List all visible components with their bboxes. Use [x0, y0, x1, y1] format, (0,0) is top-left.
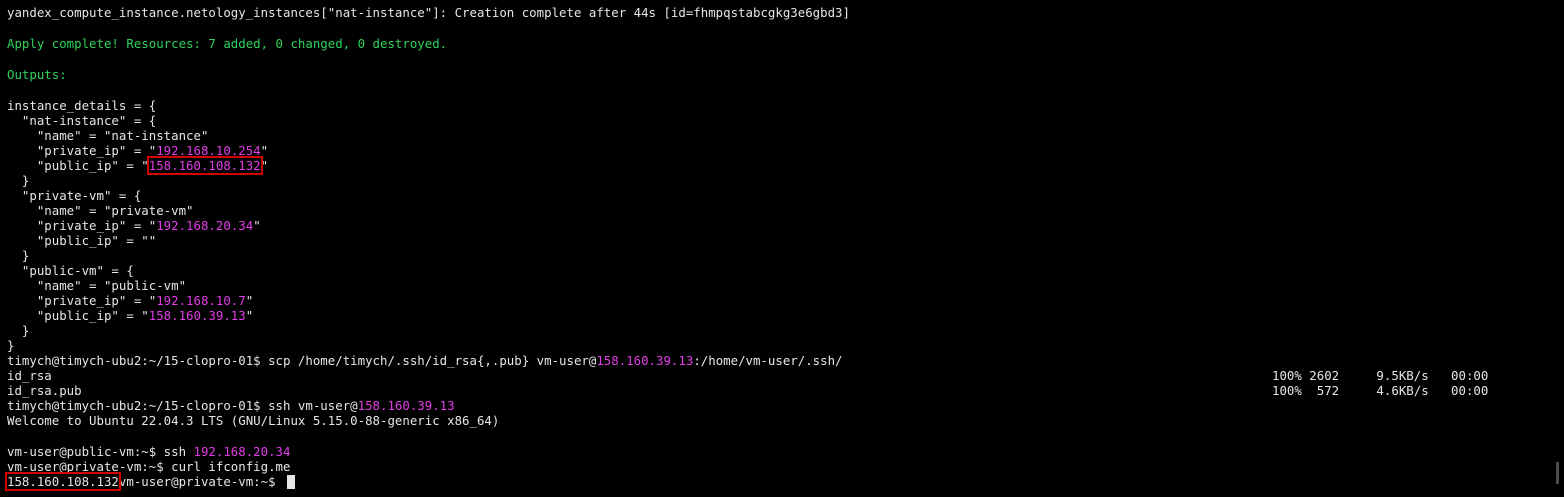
public-vm-private-ip: "private_ip" = "192.168.10.7": [7, 293, 254, 308]
closing-brace: }: [7, 173, 30, 188]
closing-brace: }: [7, 248, 30, 263]
current-prompt-line[interactable]: 158.160.108.132vm-user@private-vm:~$: [5, 472, 1552, 491]
instance-details-open: instance_details = {: [7, 98, 157, 113]
private-vm-private-ip: "private_ip" = "192.168.20.34": [7, 218, 261, 233]
nat-instance-open: "nat-instance" = {: [7, 113, 157, 128]
nat-instance-name: "name" = "nat-instance": [7, 128, 209, 143]
transfer-stats: 100% 572 4.6KB/s 00:00: [1272, 383, 1489, 398]
ip-address: 192.168.20.34: [193, 444, 291, 459]
terraform-creation-line: yandex_compute_instance.netology_instanc…: [7, 5, 850, 20]
private-vm-open: "private-vm" = {: [7, 188, 142, 203]
curl-command-line: vm-user@private-vm:~$ curl ifconfig.me: [7, 459, 291, 474]
public-vm-name: "name" = "public-vm": [7, 278, 187, 293]
scp-command-line: timych@timych-ubu2:~/15-clopro-01$ scp /…: [7, 353, 843, 368]
shell-prompt: vm-user@private-vm:~$: [118, 474, 284, 489]
instance-details-close: }: [7, 338, 15, 353]
nat-instance-public-ip: "public_ip" = "158.160.108.132": [7, 156, 269, 175]
ip-address: 158.160.39.13: [357, 398, 455, 413]
ip-address: 158.160.39.13: [596, 353, 694, 368]
terminal-window[interactable]: yandex_compute_instance.netology_instanc…: [0, 0, 1564, 497]
ssh-command-line: timych@timych-ubu2:~/15-clopro-01$ ssh v…: [7, 398, 455, 413]
transfer-stats: 100% 2602 9.5KB/s 00:00: [1272, 368, 1489, 383]
ip-address: 192.168.20.34: [156, 218, 254, 233]
nat-instance-private-ip: "private_ip" = "192.168.10.254": [7, 143, 269, 158]
ip-address: 192.168.10.7: [156, 293, 246, 308]
terminal-scrollbar[interactable]: [1556, 462, 1559, 484]
private-vm-name: "name" = "private-vm": [7, 203, 194, 218]
welcome-banner: Welcome to Ubuntu 22.04.3 LTS (GNU/Linux…: [7, 413, 500, 428]
scp-transfer-id-rsa: id_rsa 100% 2602 9.5KB/s 00:00: [7, 368, 1489, 383]
closing-brace: }: [7, 323, 30, 338]
scp-transfer-id-rsa-pub: id_rsa.pub 100% 572 4.6KB/s 00:00: [7, 383, 1489, 398]
text-cursor: [287, 475, 296, 489]
public-vm-public-ip: "public_ip" = "158.160.39.13": [7, 308, 254, 323]
private-vm-public-ip: "public_ip" = "": [7, 233, 157, 248]
curl-result-ip-highlight: 158.160.108.132: [5, 472, 121, 491]
outputs-heading: Outputs:: [7, 67, 67, 82]
nat-public-ip-highlight: 158.160.108.132: [146, 156, 263, 175]
ip-address: 158.160.39.13: [148, 308, 246, 323]
public-vm-ssh-line: vm-user@public-vm:~$ ssh 192.168.20.34: [7, 444, 291, 459]
apply-complete-line: Apply complete! Resources: 7 added, 0 ch…: [7, 36, 448, 51]
terminal-output: yandex_compute_instance.netology_instanc…: [5, 5, 1552, 491]
ip-address: 192.168.10.254: [156, 143, 261, 158]
public-vm-open: "public-vm" = {: [7, 263, 134, 278]
